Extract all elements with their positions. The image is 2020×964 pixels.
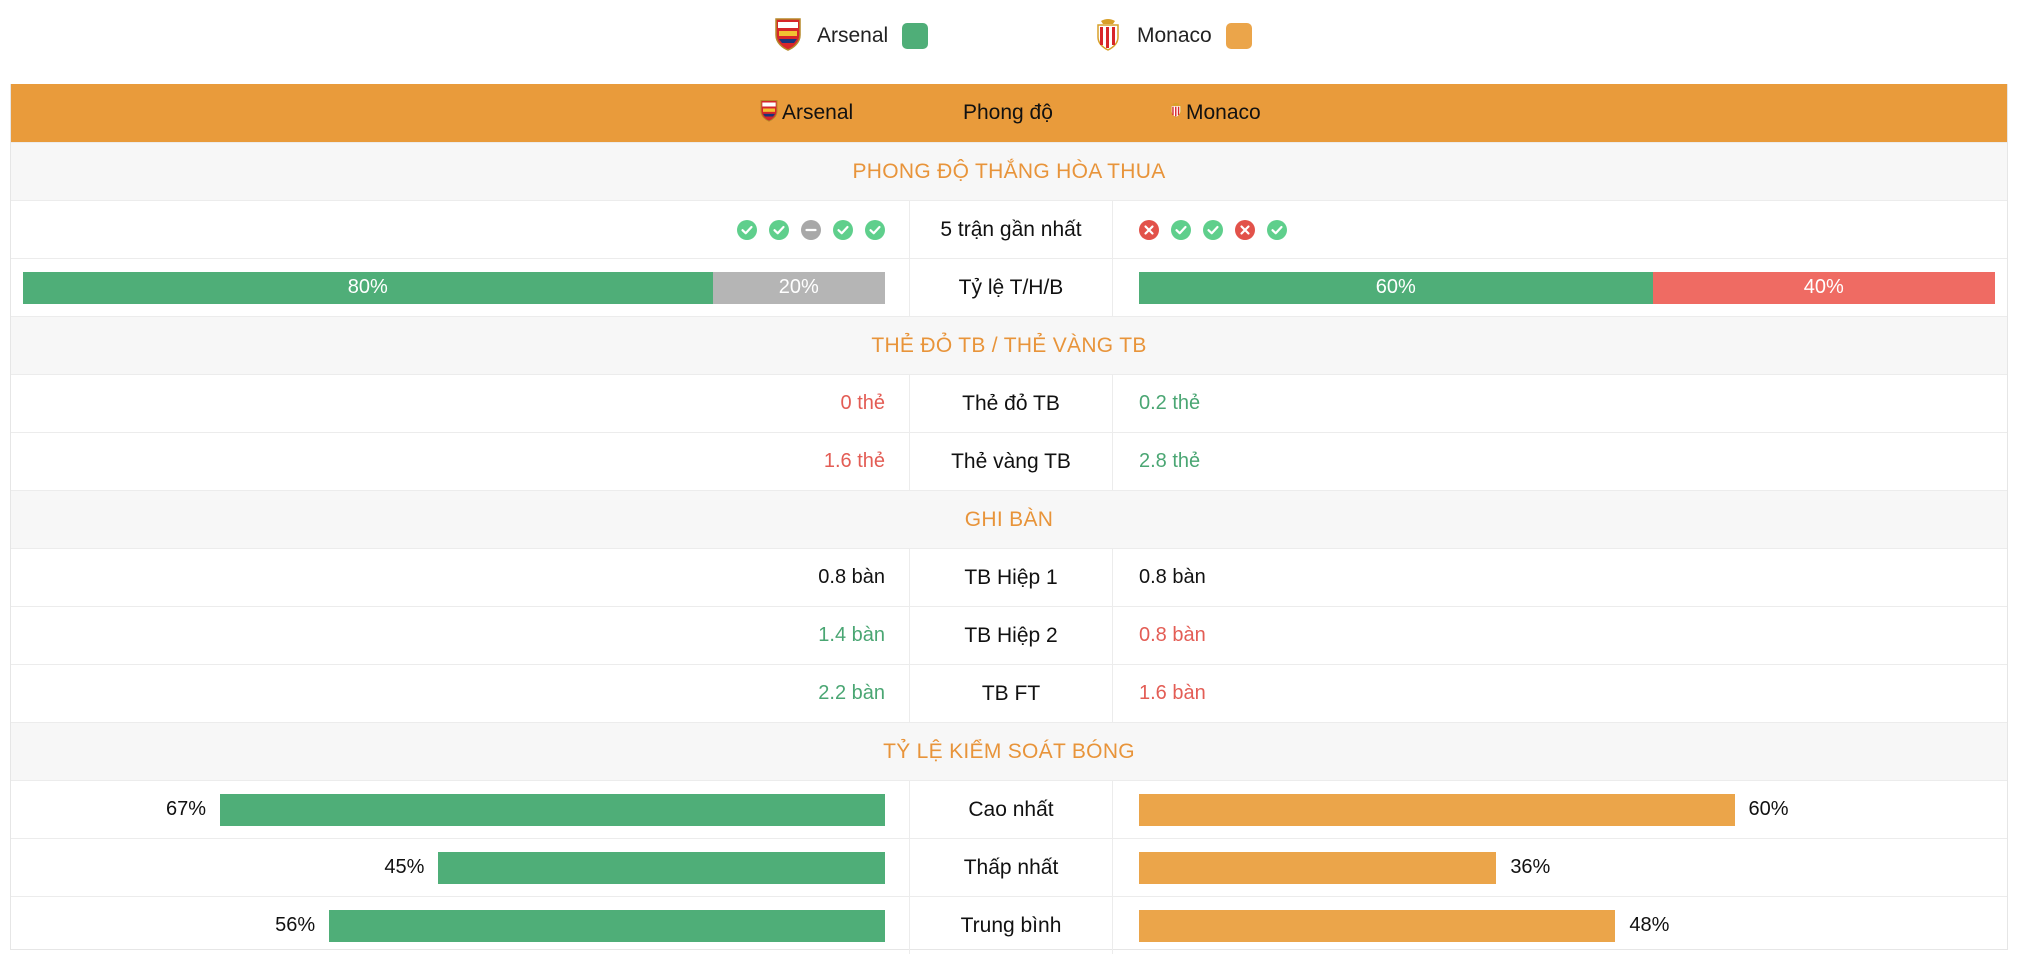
win-result-icon (769, 219, 789, 240)
legend-home: Arsenal (773, 14, 929, 58)
monaco-crest-icon (1169, 100, 1183, 126)
home-win-segment: 80% (23, 271, 713, 304)
row-label: Thấp nhất (909, 839, 1113, 896)
row-last-five: 5 trận gần nhất (11, 200, 2007, 258)
away-goals-ft: 1.6 bàn (1139, 682, 1206, 704)
legend-home-name: Arsenal (817, 24, 889, 47)
loss-result-icon (1235, 219, 1255, 240)
row-yellow-cards: 1.6 thẻ Thẻ vàng TB 2.8 thẻ (11, 432, 2007, 490)
row-goals-h1: 0.8 bàn TB Hiệp 1 0.8 bàn (11, 548, 2007, 606)
row-ratio: 80% 20% Tỷ lệ T/H/B 60% 40% (11, 258, 2007, 316)
home-possession-min-label: 45% (384, 856, 425, 878)
away-goals-h1: 0.8 bàn (1139, 566, 1206, 588)
section-form-title: PHONG ĐỘ THẮNG HÒA THUA (11, 142, 2007, 200)
row-label: Tỷ lệ T/H/B (909, 259, 1113, 316)
row-label: TB Hiệp 1 (909, 549, 1113, 606)
win-result-icon (737, 219, 757, 240)
draw-result-icon (801, 219, 821, 240)
header-middle: Phong độ (963, 101, 1053, 124)
home-goals-h2: 1.4 bàn (818, 624, 885, 646)
row-goals-h2: 1.4 bàn TB Hiệp 2 0.8 bàn (11, 606, 2007, 664)
row-label: Thẻ vàng TB (909, 433, 1113, 490)
home-possession-min-bar (438, 851, 885, 884)
legend-away-name: Monaco (1137, 24, 1212, 47)
loss-result-icon (1139, 219, 1159, 240)
away-loss-segment: 40% (1652, 271, 1995, 304)
monaco-crest-icon (1093, 17, 1123, 56)
away-ratio-bar: 60% 40% (1139, 271, 1995, 304)
row-label: Cao nhất (909, 781, 1113, 838)
header-away-name: Monaco (1186, 101, 1261, 124)
home-possession-max-bar (220, 793, 885, 826)
header-away: Monaco (1169, 84, 1261, 142)
row-goals-ft: 2.2 bàn TB FT 1.6 bàn (11, 664, 2007, 722)
win-result-icon (1203, 219, 1223, 240)
row-label: TB Hiệp 2 (909, 607, 1113, 664)
table-header: Arsenal Phong độ Monaco (11, 84, 2007, 142)
home-possession-max-label: 67% (165, 798, 206, 820)
row-label: Thẻ đỏ TB (909, 375, 1113, 432)
section-cards-title: THẺ ĐỎ TB / THẺ VÀNG TB (11, 316, 2007, 374)
away-win-segment: 60% (1139, 271, 1653, 304)
legend-home-swatch (902, 23, 929, 49)
home-yellow-cards: 1.6 thẻ (823, 450, 885, 472)
home-form-icons (737, 219, 885, 240)
section-possession-title: TỶ LỆ KIỂM SOÁT BÓNG (11, 722, 2007, 780)
home-possession-avg-bar (329, 909, 885, 942)
legend-away: Monaco (1093, 14, 1252, 58)
home-possession-avg-label: 56% (275, 914, 316, 936)
away-goals-h2: 0.8 bàn (1139, 624, 1206, 646)
row-label: Trung bình (909, 897, 1113, 954)
away-possession-min-label: 36% (1510, 856, 1551, 878)
home-ratio-bar: 80% 20% (23, 271, 885, 304)
away-possession-avg-label: 48% (1629, 914, 1670, 936)
team-legend: Arsenal Monaco (0, 14, 2020, 58)
away-yellow-cards: 2.8 thẻ (1139, 450, 1201, 472)
stats-table: Arsenal Phong độ Monaco PHONG ĐỘ THẮNG H… (10, 84, 2008, 954)
arsenal-crest-icon (773, 17, 803, 56)
arsenal-crest-icon (759, 99, 779, 128)
away-red-cards: 0.2 thẻ (1139, 392, 1201, 414)
win-result-icon (833, 219, 853, 240)
away-form-icons (1139, 219, 1287, 240)
home-red-cards: 0 thẻ (840, 392, 885, 414)
win-result-icon (865, 219, 885, 240)
header-home: Arsenal (759, 84, 853, 142)
row-label: TB FT (909, 665, 1113, 722)
legend-away-swatch (1225, 23, 1252, 49)
away-possession-avg-bar (1139, 909, 1616, 942)
header-home-name: Arsenal (782, 101, 854, 124)
row-possession-min: 45% Thấp nhất 36% (11, 838, 2007, 896)
away-possession-min-bar (1139, 851, 1497, 884)
home-goals-h1: 0.8 bàn (818, 566, 885, 588)
home-draw-segment: 20% (712, 271, 885, 304)
row-possession-avg: 56% Trung bình 48% (11, 896, 2007, 954)
row-possession-max: 67% Cao nhất 60% (11, 780, 2007, 838)
win-result-icon (1267, 219, 1287, 240)
home-goals-ft: 2.2 bàn (818, 682, 885, 704)
row-red-cards: 0 thẻ Thẻ đỏ TB 0.2 thẻ (11, 374, 2007, 432)
away-possession-max-label: 60% (1748, 798, 1789, 820)
win-result-icon (1171, 219, 1191, 240)
row-label: 5 trận gần nhất (909, 201, 1113, 258)
away-possession-max-bar (1139, 793, 1735, 826)
section-goals-title: GHI BÀN (11, 490, 2007, 548)
